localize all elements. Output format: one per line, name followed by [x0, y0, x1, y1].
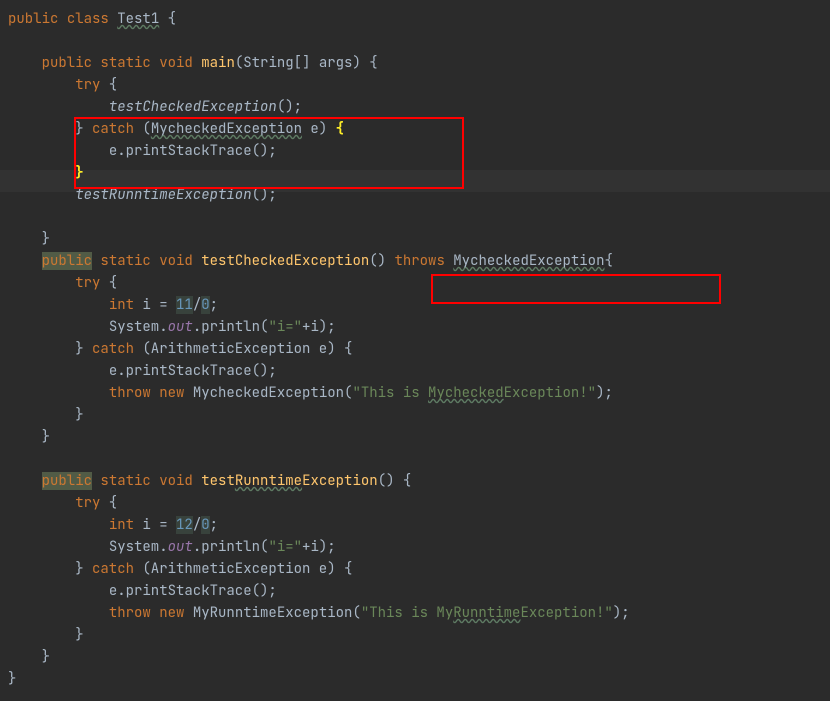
- code-line: int i = 12/0;: [8, 514, 830, 536]
- code-line: public class Test1 {: [8, 8, 830, 30]
- code-line: }: [8, 624, 830, 646]
- code-line: public static void main(String[] args) {: [8, 52, 830, 74]
- code-line: throw new MycheckedException("This is My…: [8, 382, 830, 404]
- code-line: System.out.println("i="+i);: [8, 536, 830, 558]
- code-line: try {: [8, 492, 830, 514]
- code-line: }: [8, 404, 830, 426]
- code-line: [8, 30, 830, 52]
- code-line: e.printStackTrace();: [8, 360, 830, 382]
- code-line: try {: [8, 74, 830, 96]
- code-line: }: [8, 426, 830, 448]
- code-line: System.out.println("i="+i);: [8, 316, 830, 338]
- code-line: e.printStackTrace();: [8, 580, 830, 602]
- code-line: }: [8, 228, 830, 250]
- code-line: public static void testRunntimeException…: [8, 470, 830, 492]
- code-line: try {: [8, 272, 830, 294]
- code-line: int i = 11/0;: [8, 294, 830, 316]
- code-line: testCheckedException();: [8, 96, 830, 118]
- code-line: } catch (ArithmeticException e) {: [8, 338, 830, 360]
- code-line: public static void testCheckedException(…: [8, 250, 830, 272]
- code-line: [8, 206, 830, 228]
- code-line: [8, 448, 830, 470]
- code-line: } catch (ArithmeticException e) {: [8, 558, 830, 580]
- code-line: e.printStackTrace();: [8, 140, 830, 162]
- code-line: }: [8, 668, 830, 690]
- code-line: }: [8, 646, 830, 668]
- code-line: throw new MyRunntimeException("This is M…: [8, 602, 830, 624]
- code-line: } catch (MycheckedException e) {: [8, 118, 830, 140]
- code-editor[interactable]: public class Test1 { public static void …: [0, 0, 830, 690]
